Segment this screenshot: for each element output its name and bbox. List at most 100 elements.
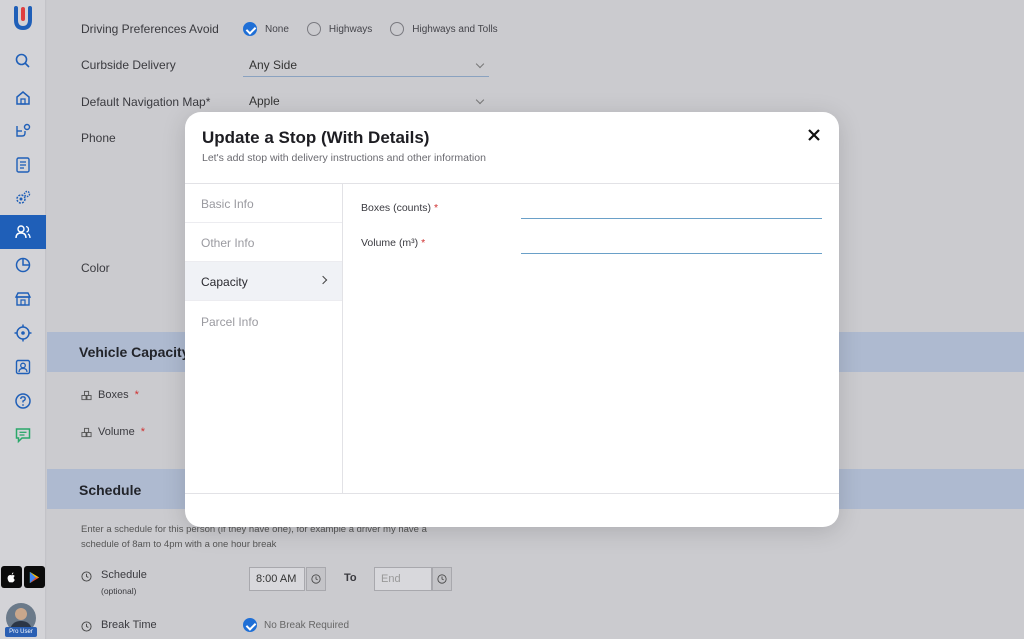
- curbside-delivery-value: Any Side: [249, 58, 298, 72]
- nav-capacity-label: Capacity: [201, 275, 248, 289]
- settings-gears-icon: [16, 190, 31, 204]
- app-store-badges: [0, 566, 46, 590]
- chevron-down-icon: [475, 59, 485, 69]
- clock-icon: [437, 574, 447, 584]
- radio-highways-tolls[interactable]: [390, 22, 405, 36]
- clock-icon: [81, 619, 92, 637]
- volume-label: Volume: [98, 426, 135, 438]
- sidebar-home[interactable]: [0, 81, 46, 115]
- volume-m3-label: Volume (m³) *: [361, 237, 425, 249]
- boxes-counts-input[interactable]: [521, 197, 822, 219]
- curbside-delivery-select[interactable]: Any Side: [243, 55, 489, 77]
- required-mark: *: [134, 389, 139, 401]
- boxes-icon: [81, 390, 92, 400]
- volume-m3-text: Volume (m³): [361, 237, 419, 249]
- sidebar: Pro User: [0, 0, 46, 639]
- contact-card-icon: [15, 359, 31, 375]
- apple-icon: [7, 571, 15, 582]
- no-break-label: No Break Required: [264, 620, 350, 631]
- app-logo[interactable]: [9, 4, 37, 32]
- radio-highways[interactable]: [306, 22, 321, 36]
- close-icon: [808, 129, 820, 141]
- schedule-start-input[interactable]: 8:00 AM: [249, 567, 305, 591]
- end-time-picker-button[interactable]: [432, 567, 452, 591]
- driving-preferences-label: Driving Preferences Avoid: [81, 22, 219, 36]
- nav-other-info[interactable]: Other Info: [185, 223, 342, 262]
- chevron-right-icon: [318, 275, 328, 285]
- checklist-icon: [16, 157, 30, 173]
- schedule-label: Schedule: [101, 569, 147, 581]
- help-icon: [15, 393, 31, 409]
- driving-preferences-options: None Highways Highways and Tolls: [243, 22, 498, 36]
- default-navigation-map-label: Default Navigation Map*: [81, 95, 211, 109]
- sidebar-contacts[interactable]: [0, 350, 46, 384]
- schedule-end-placeholder: End: [381, 573, 401, 585]
- to-label: To: [344, 572, 357, 584]
- clock-icon: [311, 574, 321, 584]
- sidebar-location[interactable]: [0, 316, 46, 350]
- sidebar-chat[interactable]: [0, 418, 46, 452]
- play-store-icon: [29, 571, 40, 583]
- no-break-checkbox[interactable]: [243, 618, 257, 632]
- close-button[interactable]: [807, 128, 821, 142]
- nav-capacity[interactable]: Capacity: [185, 262, 342, 301]
- apple-store-badge[interactable]: [1, 566, 22, 588]
- schedule-optional-label: (optional): [101, 586, 137, 596]
- clock-icon: [81, 569, 92, 587]
- modal-nav: Basic Info Other Info Capacity Parcel In…: [185, 184, 343, 494]
- nav-parcel-info[interactable]: Parcel Info: [185, 302, 342, 341]
- modal-title: Update a Stop (With Details): [202, 128, 430, 147]
- store-icon: [14, 292, 32, 306]
- sidebar-routes[interactable]: [0, 114, 46, 148]
- volume-icon: [81, 427, 92, 437]
- start-time-picker-button[interactable]: [306, 567, 326, 591]
- sidebar-settings[interactable]: [0, 181, 46, 215]
- sidebar-people[interactable]: [0, 215, 46, 249]
- home-icon: [16, 91, 30, 105]
- vehicle-capacity-title: Vehicle Capacity: [79, 344, 190, 360]
- required-mark: *: [421, 237, 426, 249]
- modal-footer-divider: [185, 493, 839, 494]
- radio-none-label: None: [265, 23, 289, 35]
- boxes-row: Boxes *: [81, 389, 139, 401]
- sidebar-analytics[interactable]: [0, 248, 46, 282]
- volume-m3-input[interactable]: [521, 232, 822, 254]
- nav-basic-info[interactable]: Basic Info: [185, 184, 342, 223]
- radio-none[interactable]: [243, 22, 257, 36]
- schedule-start-value: 8:00 AM: [256, 573, 297, 585]
- sidebar-search[interactable]: [0, 44, 46, 78]
- radio-highways-label: Highways: [328, 23, 373, 35]
- search-icon: [15, 53, 30, 68]
- sidebar-help[interactable]: [0, 384, 46, 418]
- required-mark: *: [433, 202, 439, 214]
- nav-parcel-info-label: Parcel Info: [201, 315, 259, 329]
- volume-row: Volume *: [81, 426, 145, 438]
- color-label: Color: [81, 261, 110, 275]
- update-stop-modal: Update a Stop (With Details) Let's add s…: [185, 112, 839, 527]
- boxes-counts-label: Boxes (counts) *: [361, 202, 438, 214]
- people-icon: [15, 225, 31, 239]
- schedule-title: Schedule: [79, 482, 142, 498]
- default-navigation-map-value: Apple: [249, 94, 280, 108]
- nav-basic-info-label: Basic Info: [201, 197, 254, 211]
- chevron-down-icon: [475, 95, 485, 105]
- curbside-delivery-label: Curbside Delivery: [81, 58, 176, 72]
- route-icon: [16, 123, 31, 137]
- break-time-label: Break Time: [101, 619, 157, 631]
- default-navigation-map-select[interactable]: Apple: [243, 91, 489, 113]
- phone-label: Phone: [81, 131, 116, 145]
- boxes-label: Boxes: [98, 389, 129, 401]
- modal-subtitle: Let's add stop with delivery instruction…: [202, 152, 486, 164]
- crosshair-icon: [14, 324, 32, 342]
- nav-other-info-label: Other Info: [201, 236, 255, 250]
- sidebar-store[interactable]: [0, 282, 46, 316]
- required-mark: *: [140, 426, 145, 438]
- chat-icon: [15, 428, 31, 444]
- boxes-counts-text: Boxes (counts): [361, 202, 432, 214]
- google-play-badge[interactable]: [24, 566, 45, 588]
- pro-user-tag: Pro User: [5, 627, 37, 637]
- sidebar-tasks[interactable]: [0, 148, 46, 182]
- pie-chart-icon: [15, 257, 31, 273]
- schedule-end-input[interactable]: End: [374, 567, 432, 591]
- radio-highways-tolls-label: Highways and Tolls: [412, 23, 498, 35]
